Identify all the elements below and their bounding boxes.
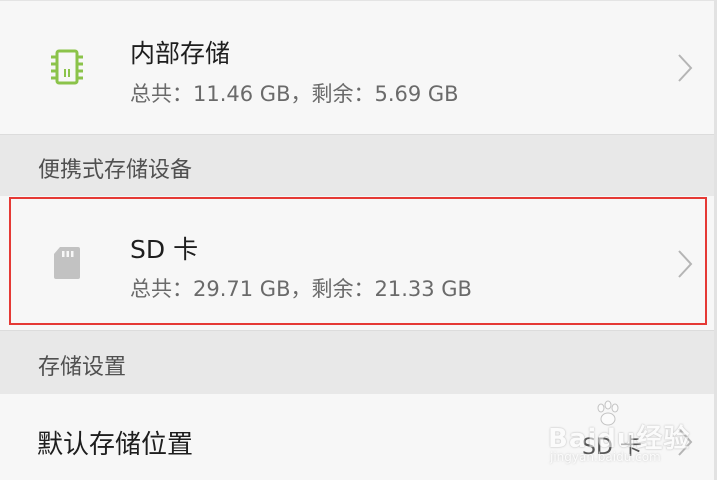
internal-storage-row[interactable]: 内部存储 总共：11.46 GB，剩余：5.69 GB	[0, 1, 714, 134]
portable-storage-section-label: 便携式存储设备	[38, 158, 193, 183]
internal-storage-summary: 总共：11.46 GB，剩余：5.69 GB	[130, 82, 459, 106]
watermark-url: jingyan.baidu.com	[550, 450, 661, 464]
default-storage-location-label: 默认存储位置	[37, 430, 194, 460]
chip-icon	[51, 49, 83, 85]
storage-settings-screen: 内部存储 总共：11.46 GB，剩余：5.69 GB 便携式存储设备 SD 卡…	[0, 0, 717, 480]
baidu-jingyan-watermark: Baidu经验 jingyan.baidu.com	[548, 400, 689, 470]
internal-storage-title: 内部存储	[130, 39, 231, 68]
storage-settings-section-label: 存储设置	[38, 355, 127, 380]
sd-card-highlight-box	[9, 197, 707, 325]
chevron-right-icon	[678, 54, 693, 82]
portable-storage-section-header: 便携式存储设备	[0, 134, 714, 197]
storage-settings-section-header: 存储设置	[0, 330, 714, 395]
